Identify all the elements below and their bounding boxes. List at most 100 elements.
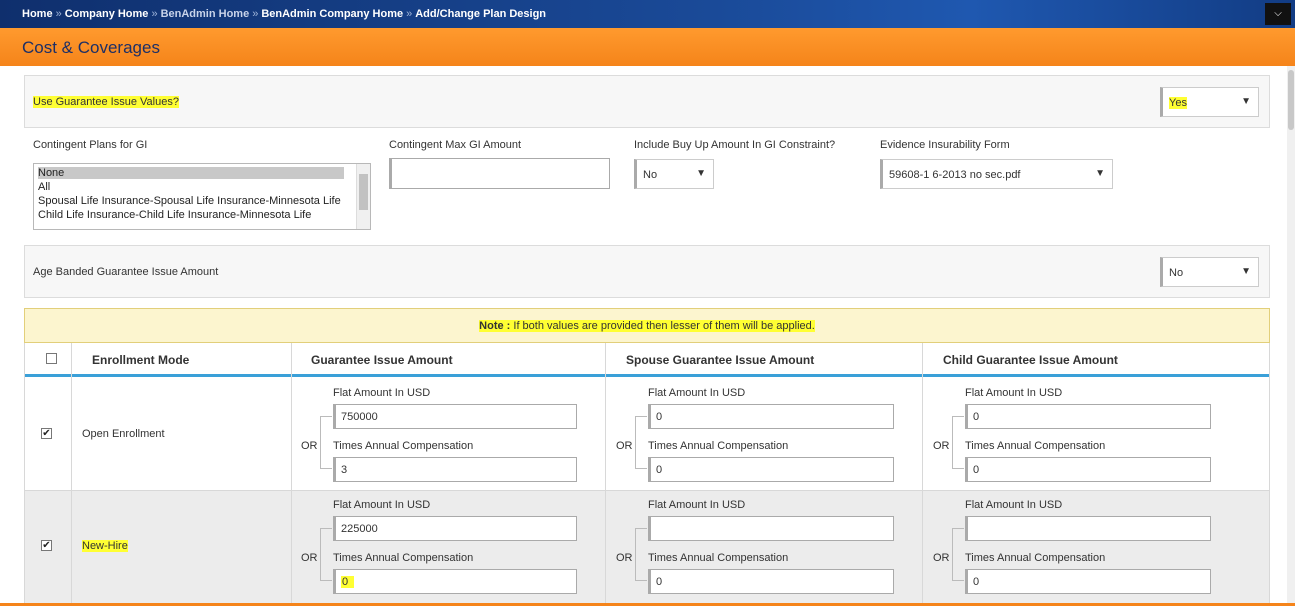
evidence-form-value: 59608-1 6-2013 no sec.pdf [889, 169, 1021, 181]
or-bracket [320, 528, 332, 581]
breadcrumb-home[interactable]: Home [22, 8, 53, 20]
header-enrollment-mode: Enrollment Mode [92, 353, 190, 367]
note-text: Note : If both values are provided then … [479, 320, 815, 332]
caret-down-icon: ▼ [1241, 96, 1251, 107]
or-label: OR [616, 440, 633, 452]
or-bracket [635, 416, 647, 469]
child-times-label: Times Annual Compensation [965, 440, 1106, 452]
evidence-form-label: Evidence Insurability Form [880, 139, 1010, 151]
breadcrumb: Home» Company Home» BenAdmin Home» BenAdmin… [22, 8, 546, 20]
row-checkbox-open-enrollment[interactable]: ✔ [41, 428, 52, 439]
listbox-option-none[interactable]: None [38, 167, 344, 179]
header-child-guarantee-issue-amount: Child Guarantee Issue Amount [943, 353, 1118, 367]
caret-down-icon: ▼ [1095, 168, 1105, 179]
scrollbar-thumb[interactable] [1288, 70, 1294, 130]
row-checkbox-new-hire[interactable]: ✔ [41, 540, 52, 551]
gi-times-input-new-hire[interactable]: 0 [333, 569, 577, 594]
table-header: Enrollment Mode Guarantee Issue Amount S… [24, 343, 1270, 377]
or-label: OR [933, 440, 950, 452]
table-border [291, 343, 292, 606]
or-label: OR [301, 440, 318, 452]
table-border [24, 343, 25, 606]
spouse-times-input-new-hire[interactable]: 0 [648, 569, 894, 594]
age-banded-value: No [1169, 267, 1184, 279]
guarantee-issue-value: Yes [1169, 97, 1187, 109]
contingent-plans-label: Contingent Plans for GI [33, 139, 148, 151]
child-flat-label: Flat Amount In USD [965, 499, 1063, 511]
breadcrumb-separator: » [151, 8, 158, 20]
or-label: OR [616, 552, 633, 564]
listbox-scrollbar-thumb[interactable] [359, 174, 368, 210]
note-banner: Note : If both values are provided then … [24, 308, 1270, 343]
child-flat-label: Flat Amount In USD [965, 387, 1063, 399]
page-scrollbar[interactable] [1287, 66, 1295, 606]
spouse-flat-label: Flat Amount In USD [648, 499, 746, 511]
table-border [922, 343, 923, 606]
or-bracket [952, 528, 964, 581]
age-banded-label: Age Banded Guarantee Issue Amount [33, 266, 219, 278]
caret-down-icon: ▼ [696, 168, 706, 179]
table-border [1269, 343, 1270, 606]
spouse-times-label: Times Annual Compensation [648, 552, 789, 564]
breadcrumb-separator: » [252, 8, 259, 20]
gi-flat-label: Flat Amount In USD [333, 387, 431, 399]
or-bracket [635, 528, 647, 581]
page-title: Cost & Coverages [22, 38, 160, 57]
header-guarantee-issue-amount: Guarantee Issue Amount [311, 353, 453, 367]
breadcrumb-benadmin-home[interactable]: BenAdmin Home [161, 8, 250, 20]
guarantee-issue-select[interactable]: Yes ▼ [1160, 87, 1259, 117]
spouse-flat-input-open[interactable]: 0 [648, 404, 894, 429]
child-times-input-open[interactable]: 0 [965, 457, 1211, 482]
spouse-times-input-open[interactable]: 0 [648, 457, 894, 482]
spouse-flat-input-new-hire[interactable] [648, 516, 894, 541]
gi-times-label: Times Annual Compensation [333, 440, 474, 452]
contingent-plans-listbox[interactable]: None All Spousal Life Insurance-Spousal … [33, 163, 371, 230]
or-bracket [320, 416, 332, 469]
breadcrumb-company-home[interactable]: Company Home [65, 8, 149, 20]
note-bold: Note : [479, 320, 511, 332]
child-flat-input-open[interactable]: 0 [965, 404, 1211, 429]
breadcrumb-separator: » [55, 8, 62, 20]
age-banded-select[interactable]: No ▼ [1160, 257, 1259, 287]
guarantee-panel [24, 75, 1270, 128]
select-all-checkbox[interactable] [46, 353, 57, 364]
or-bracket [952, 416, 964, 469]
gi-flat-input-open[interactable]: 750000 [333, 404, 577, 429]
listbox-option-child[interactable]: Child Life Insurance-Child Life Insuranc… [38, 209, 311, 221]
spouse-times-label: Times Annual Compensation [648, 440, 789, 452]
gi-flat-input-new-hire[interactable]: 225000 [333, 516, 577, 541]
breadcrumb-separator: » [406, 8, 413, 20]
gi-times-input-open[interactable]: 3 [333, 457, 577, 482]
child-times-input-new-hire[interactable]: 0 [965, 569, 1211, 594]
enrollment-mode-open: Open Enrollment [82, 428, 165, 440]
breadcrumb-benadmin-company-home[interactable]: BenAdmin Company Home [261, 8, 403, 20]
gi-times-value-new-hire: 0 [341, 576, 355, 588]
row-divider [24, 490, 1270, 491]
child-times-label: Times Annual Compensation [965, 552, 1106, 564]
chevron-down-icon[interactable]: ⌵ [1265, 3, 1291, 25]
caret-down-icon: ▼ [1241, 266, 1251, 277]
listbox-option-spousal[interactable]: Spousal Life Insurance-Spousal Life Insu… [38, 195, 341, 207]
buy-up-label: Include Buy Up Amount In GI Constraint? [634, 139, 836, 151]
evidence-form-select[interactable]: 59608-1 6-2013 no sec.pdf ▼ [880, 159, 1113, 189]
guarantee-issue-label: Use Guarantee Issue Values? [33, 96, 179, 108]
child-flat-input-new-hire[interactable] [965, 516, 1211, 541]
header-spouse-guarantee-issue-amount: Spouse Guarantee Issue Amount [626, 353, 815, 367]
spouse-flat-label: Flat Amount In USD [648, 387, 746, 399]
listbox-scrollbar[interactable] [356, 164, 370, 229]
contingent-max-label: Contingent Max GI Amount [389, 139, 522, 151]
or-label: OR [301, 552, 318, 564]
top-nav-bar: Home» Company Home» BenAdmin Home» BenAdmin… [0, 0, 1295, 28]
enrollment-mode-new-hire: New-Hire [82, 540, 128, 552]
gi-times-label: Times Annual Compensation [333, 552, 474, 564]
table-border [605, 343, 606, 606]
contingent-max-input[interactable] [389, 158, 610, 189]
listbox-option-all[interactable]: All [38, 181, 50, 193]
or-label: OR [933, 552, 950, 564]
buy-up-value: No [643, 169, 658, 181]
breadcrumb-current: Add/Change Plan Design [415, 8, 547, 20]
buy-up-select[interactable]: No ▼ [634, 159, 714, 189]
section-header: Cost & Coverages [0, 28, 1295, 66]
note-message: If both values are provided then lesser … [513, 320, 815, 332]
gi-flat-label: Flat Amount In USD [333, 499, 431, 511]
